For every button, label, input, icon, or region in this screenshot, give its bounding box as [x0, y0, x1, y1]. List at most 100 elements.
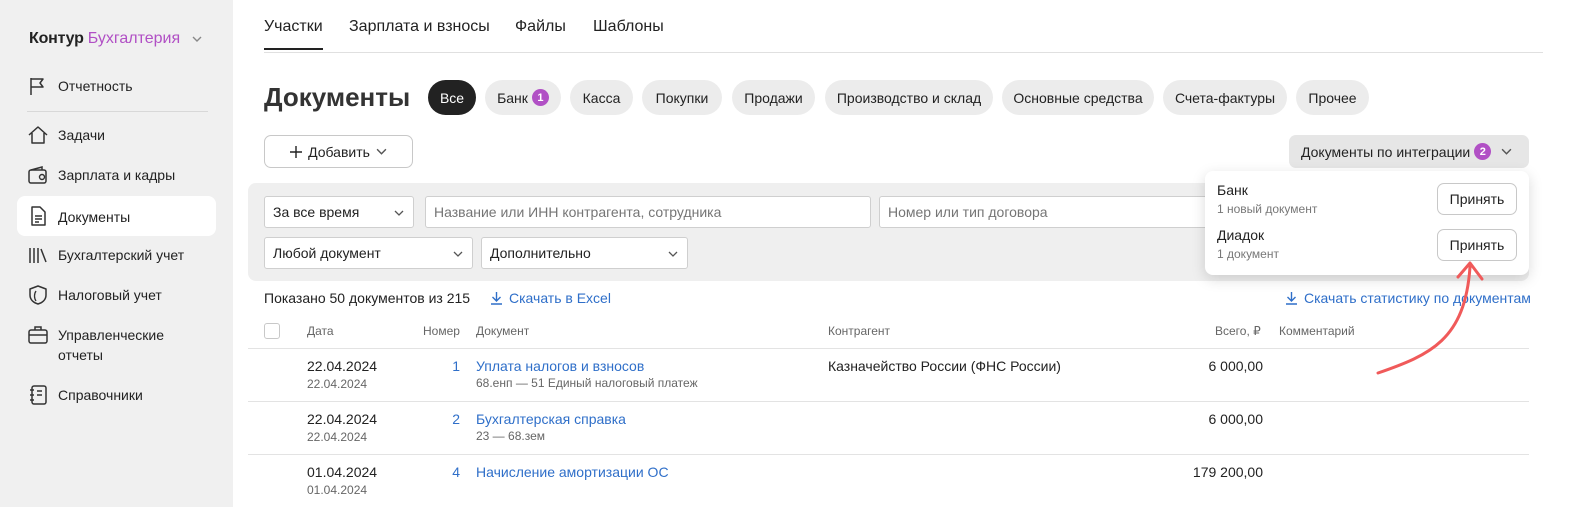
row-date-sub: 01.04.2024: [307, 483, 368, 497]
filter-chip-fixed-assets[interactable]: Основные средства: [1002, 80, 1154, 115]
row-total: 6 000,00: [1208, 411, 1264, 427]
integration-docs-button[interactable]: Документы по интеграции 2: [1289, 135, 1529, 168]
period-select[interactable]: За все время: [264, 196, 414, 228]
row-date: 22.04.2024: [307, 411, 378, 427]
document-type-select[interactable]: Любой документ: [264, 237, 473, 269]
briefcase-icon: [27, 324, 49, 346]
tab-salary-contributions[interactable]: Зарплата и взносы: [349, 18, 490, 48]
column-header-comment[interactable]: Комментарий: [1279, 324, 1355, 338]
add-button-label: Добавить: [308, 143, 370, 160]
top-tabs: Участки Зарплата и взносы Файлы Шаблоны: [264, 0, 1543, 53]
download-excel-link[interactable]: Скачать в Excel: [490, 290, 611, 306]
filter-chip-production[interactable]: Производство и склад: [825, 80, 993, 115]
row-document-sub: 68.енп — 51 Единый налоговый платеж: [476, 376, 698, 390]
period-value: За все время: [273, 204, 360, 220]
annotation-arrow-icon: [1376, 261, 1484, 375]
column-header-document[interactable]: Документ: [476, 324, 529, 338]
chip-label: Основные средства: [1013, 89, 1143, 106]
select-all-checkbox[interactable]: [264, 323, 280, 339]
chip-label: Продажи: [744, 89, 803, 106]
row-total: 6 000,00: [1208, 358, 1264, 374]
house-icon: [27, 124, 49, 146]
row-number[interactable]: 2: [420, 411, 460, 427]
sidebar-item-label: Справочники: [58, 387, 143, 403]
table-row[interactable]: 01.04.2024 01.04.2024 4 Начисление аморт…: [248, 455, 1529, 507]
sidebar-item-accounting[interactable]: Бухгалтерский учет: [17, 244, 216, 266]
row-document-link[interactable]: Бухгалтерская справка: [476, 411, 626, 427]
row-document-link[interactable]: Начисление амортизации ОС: [476, 464, 669, 480]
row-document-link[interactable]: Уплата налогов и взносов: [476, 358, 644, 374]
sidebar-item-documents[interactable]: Документы: [17, 196, 216, 236]
popup-item-subtitle: 1 документ: [1217, 247, 1279, 261]
column-header-counterparty[interactable]: Контрагент: [828, 324, 890, 338]
chevron-down-icon: [376, 148, 387, 155]
additional-filters-select[interactable]: Дополнительно: [481, 237, 688, 269]
brand-logo[interactable]: Контур Бухгалтерия: [29, 30, 202, 48]
sidebar: Контур Бухгалтерия Отчетность Задачи Зар…: [0, 0, 233, 507]
plus-icon: [290, 145, 303, 158]
row-date-sub: 22.04.2024: [307, 377, 368, 391]
count-badge: 1: [531, 89, 549, 106]
column-header-date[interactable]: Дата: [307, 324, 334, 338]
sidebar-item-label: Отчетность: [58, 78, 133, 94]
chip-label: Касса: [582, 89, 621, 106]
accept-bank-button[interactable]: Принять: [1437, 183, 1517, 215]
table-row[interactable]: 22.04.2024 22.04.2024 1 Уплата налогов и…: [248, 349, 1529, 402]
chip-label: Банк: [497, 89, 528, 106]
row-total: 179 200,00: [1192, 464, 1263, 480]
filter-chip-bank[interactable]: Банк 1: [485, 80, 561, 115]
popup-item-title: Банк: [1217, 182, 1248, 198]
row-date-sub: 22.04.2024: [307, 430, 368, 444]
row-number[interactable]: 4: [420, 464, 460, 480]
sidebar-item-tasks[interactable]: Задачи: [17, 124, 216, 146]
sidebar-divider: [27, 111, 208, 112]
chevron-down-icon: [192, 36, 202, 42]
chevron-down-icon: [394, 210, 404, 216]
integration-label: Документы по интеграции: [1301, 143, 1471, 160]
tab-files[interactable]: Файлы: [515, 18, 566, 48]
tab-templates[interactable]: Шаблоны: [593, 18, 664, 48]
notebook-icon: [27, 384, 49, 406]
filter-chip-other[interactable]: Прочее: [1296, 80, 1369, 115]
add-button[interactable]: Добавить: [264, 135, 413, 168]
row-document-sub: 23 — 68.зем: [476, 429, 545, 443]
books-icon: [27, 244, 49, 266]
tab-sections[interactable]: Участки: [264, 18, 323, 50]
sidebar-item-reports[interactable]: Отчетность: [17, 75, 216, 97]
row-date: 22.04.2024: [307, 358, 378, 374]
download-excel-label: Скачать в Excel: [509, 290, 611, 306]
column-header-number[interactable]: Номер: [423, 324, 460, 338]
counterparty-search-input[interactable]: [425, 196, 871, 228]
chevron-down-icon: [1501, 148, 1512, 155]
documents-count: Показано 50 документов из 215: [264, 290, 471, 306]
filter-chip-sales[interactable]: Продажи: [732, 80, 815, 115]
sidebar-item-management[interactable]: Управленческие отчеты: [17, 324, 187, 365]
filter-chip-cash[interactable]: Касса: [570, 80, 633, 115]
filter-chip-purchases[interactable]: Покупки: [642, 80, 722, 115]
brand-name-part2: Бухгалтерия: [87, 30, 181, 47]
sidebar-item-label: Документы: [58, 208, 131, 225]
sidebar-item-label: Налоговый учет: [58, 287, 162, 303]
table-header: Дата Номер Документ Контрагент Всего, ₽ …: [248, 316, 1529, 349]
page-title: Документы: [264, 82, 411, 112]
chip-label: Производство и склад: [836, 89, 982, 106]
popup-item-title: Диадок: [1217, 227, 1265, 243]
popup-item-subtitle: 1 новый документ: [1217, 202, 1318, 216]
contract-search-input[interactable]: [879, 196, 1209, 228]
chip-label: Покупки: [655, 89, 709, 106]
chevron-down-icon: [453, 251, 463, 257]
row-number[interactable]: 1: [420, 358, 460, 374]
filter-chip-all[interactable]: Все: [428, 80, 476, 115]
column-header-total[interactable]: Всего, ₽: [1215, 324, 1261, 338]
chevron-down-icon: [668, 251, 678, 257]
sidebar-item-tax[interactable]: Налоговый учет: [17, 284, 216, 306]
chip-label: Прочее: [1308, 89, 1357, 106]
sidebar-item-label: Бухгалтерский учет: [58, 247, 185, 263]
sidebar-item-salary[interactable]: Зарплата и кадры: [17, 164, 216, 186]
additional-filters-value: Дополнительно: [490, 245, 591, 261]
row-date: 01.04.2024: [307, 464, 378, 480]
filter-chip-invoices[interactable]: Счета-фактуры: [1163, 80, 1287, 115]
table-row[interactable]: 22.04.2024 22.04.2024 2 Бухгалтерская сп…: [248, 402, 1529, 455]
sidebar-item-references[interactable]: Справочники: [17, 384, 216, 406]
flag-icon: [27, 75, 49, 97]
